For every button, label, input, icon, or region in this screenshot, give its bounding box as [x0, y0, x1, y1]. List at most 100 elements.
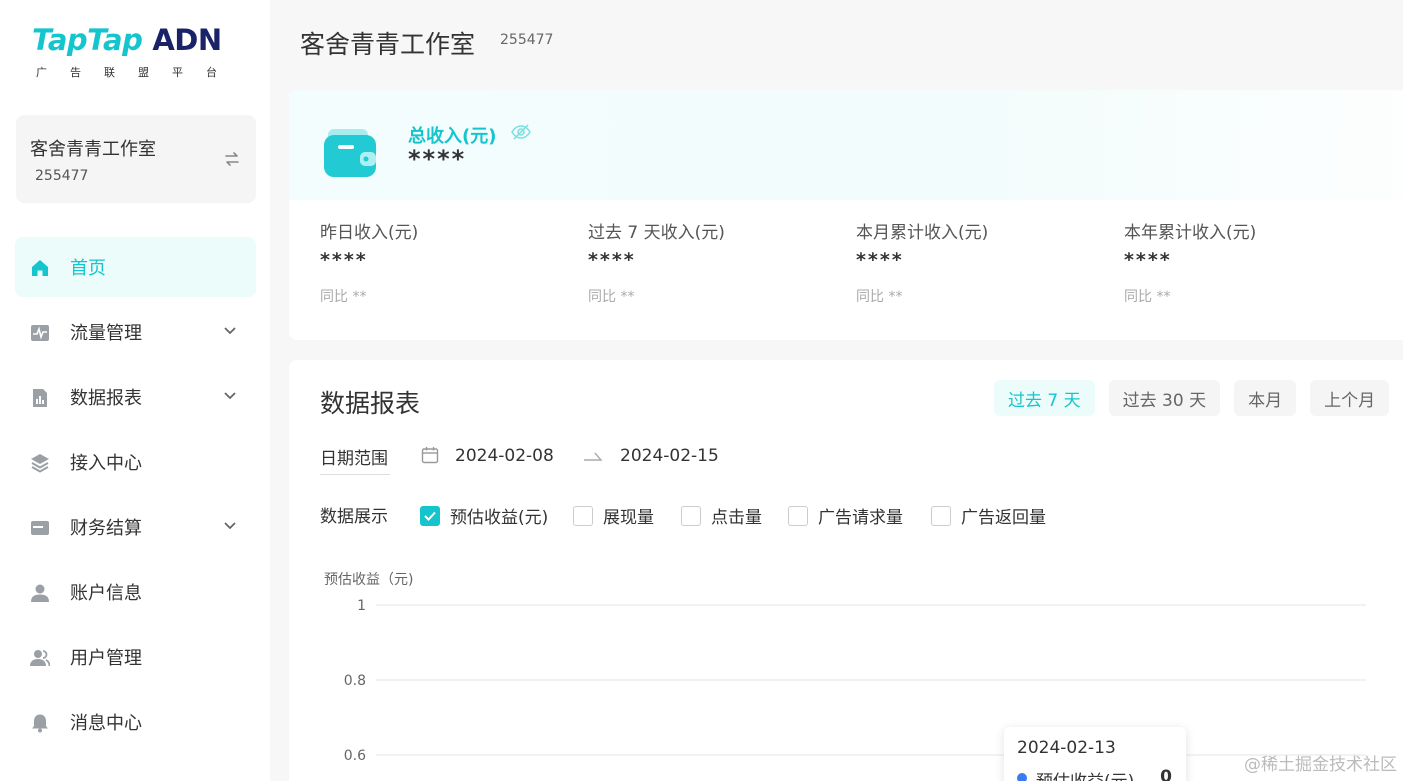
divider	[320, 474, 390, 475]
report-icon	[33, 389, 47, 407]
watermark: @稀土掘金技术社区	[1244, 755, 1397, 775]
calendar-icon[interactable]	[421, 446, 439, 464]
checkbox[interactable]	[573, 505, 593, 526]
checkbox[interactable]	[420, 505, 440, 526]
revenue-line-chart: 1 0.8 0.6	[344, 598, 1366, 764]
y-tick-label: 0.6	[344, 748, 366, 764]
chevron-down-icon	[224, 522, 236, 530]
logo-subtitle: 广告联盟平台	[36, 66, 240, 79]
tooltip-value: 0	[1160, 767, 1172, 781]
page-account-id: 255477	[500, 32, 554, 48]
stat-yesterday: 昨日收入(元) **** 同比 **	[320, 218, 580, 306]
sidebar-item-home[interactable]: 首页	[15, 237, 256, 297]
checkbox[interactable]	[681, 505, 701, 526]
eye-off-icon[interactable]	[511, 123, 531, 141]
sidebar-item-account-info[interactable]: 账户信息	[15, 562, 256, 622]
stat-value: ****	[856, 249, 904, 271]
sidebar-item-label: 财务结算	[70, 518, 142, 539]
tab-last-30-days[interactable]: 过去 30 天	[1108, 380, 1221, 416]
stat-value: ****	[588, 249, 636, 271]
home-icon	[32, 260, 48, 276]
sidebar: TapTap ADN 广告联盟平台 客舍青青工作室 255477 首页 流量管理	[0, 0, 270, 781]
total-income-value: ****	[408, 145, 467, 173]
sidebar-item-reports[interactable]: 数据报表	[15, 367, 256, 427]
stat-month-to-date: 本月累计收入(元) **** 同比 **	[856, 218, 1116, 306]
checkbox-label: 广告请求量	[818, 508, 903, 528]
sidebar-nav: 首页 流量管理 数据报表 接入中心 财务结算 账户信息 用户管理 消息中心	[15, 237, 256, 757]
check-icon	[424, 511, 436, 521]
y-tick-label: 0.8	[344, 673, 366, 689]
stat-label: 本月累计收入(元)	[856, 223, 989, 243]
logo-adn-text: ADN	[152, 23, 222, 57]
series-color-dot	[1017, 773, 1027, 781]
stat-compare: 同比 **	[856, 289, 903, 305]
account-switcher[interactable]: 客舍青青工作室 255477	[16, 115, 256, 203]
date-start-input[interactable]: 2024-02-08	[455, 446, 554, 466]
layers-icon	[31, 454, 49, 473]
sidebar-item-traffic[interactable]: 流量管理	[15, 302, 256, 362]
sidebar-item-label: 接入中心	[70, 453, 142, 474]
income-overview-card: 总收入(元) **** 昨日收入(元) **** 同比 ** 过去 7 天收入(…	[289, 90, 1403, 340]
wallet-icon	[324, 129, 376, 177]
tooltip-series-name: 预估收益(元)	[1036, 767, 1134, 781]
stat-year-to-date: 本年累计收入(元) **** 同比 **	[1124, 218, 1384, 306]
stat-compare: 同比 **	[1124, 289, 1171, 305]
checkbox-label: 展现量	[603, 508, 654, 528]
page-title: 客舍青青工作室	[300, 30, 476, 59]
metric-checkbox-estimated-revenue[interactable]: 预估收益(元)	[420, 503, 548, 528]
date-range-label: 日期范围	[320, 449, 388, 469]
account-id: 255477	[35, 168, 89, 184]
data-display-label: 数据展示	[320, 507, 388, 527]
chevron-down-icon	[224, 327, 236, 335]
logo-taptap-text: TapTap	[32, 23, 143, 57]
sidebar-item-finance[interactable]: 财务结算	[15, 497, 256, 557]
pulse-icon	[31, 325, 49, 341]
chart-y-axis-title: 预估收益（元)	[324, 572, 414, 588]
card-icon	[31, 521, 49, 535]
chevron-down-icon	[224, 392, 236, 400]
tooltip-date: 2024-02-13	[1017, 738, 1116, 758]
sidebar-item-label: 消息中心	[70, 713, 142, 734]
stat-value: ****	[320, 249, 368, 271]
date-end-input[interactable]: 2024-02-15	[620, 446, 719, 466]
sidebar-item-user-management[interactable]: 用户管理	[15, 627, 256, 687]
checkbox-label: 广告返回量	[961, 508, 1046, 528]
metric-checkbox-ad-returns[interactable]: 广告返回量	[931, 503, 1046, 528]
tab-last-month[interactable]: 上个月	[1310, 380, 1390, 416]
bell-icon	[32, 714, 48, 733]
sidebar-item-label: 数据报表	[70, 388, 142, 409]
chart-tooltip: 2024-02-13 预估收益(元) 0	[1004, 727, 1186, 781]
stat-compare: 同比 **	[588, 289, 635, 305]
metric-checkbox-clicks[interactable]: 点击量	[681, 503, 762, 528]
user-icon	[31, 584, 49, 602]
stat-label: 昨日收入(元)	[320, 223, 419, 243]
stat-last-7-days: 过去 7 天收入(元) **** 同比 **	[588, 218, 848, 306]
account-name: 客舍青青工作室	[30, 139, 156, 160]
sidebar-item-label: 账户信息	[70, 583, 142, 604]
sidebar-item-label: 首页	[70, 258, 106, 279]
tab-this-month[interactable]: 本月	[1234, 380, 1297, 416]
checkbox-label: 点击量	[711, 508, 762, 528]
taptap-adn-logo[interactable]: TapTap ADN 广告联盟平台	[32, 24, 240, 80]
users-icon	[30, 650, 50, 667]
sidebar-item-label: 用户管理	[70, 648, 142, 669]
stat-label: 过去 7 天收入(元)	[588, 223, 725, 243]
metric-checkbox-ad-requests[interactable]: 广告请求量	[788, 503, 903, 528]
stat-value: ****	[1124, 249, 1172, 271]
stat-compare: 同比 **	[320, 289, 367, 305]
sidebar-item-label: 流量管理	[70, 323, 142, 344]
switch-account-icon[interactable]	[224, 151, 240, 167]
checkbox-label: 预估收益(元)	[450, 508, 549, 528]
date-range-tabs: 过去 7 天 过去 30 天 本月 上个月	[994, 380, 1403, 416]
arrow-right-icon	[584, 452, 603, 461]
stat-label: 本年累计收入(元)	[1124, 223, 1257, 243]
tab-last-7-days[interactable]: 过去 7 天	[994, 380, 1095, 416]
y-tick-label: 1	[357, 598, 366, 614]
data-report-card: 数据报表 过去 7 天 过去 30 天 本月 上个月 日期范围 2024-02-…	[289, 360, 1403, 781]
checkbox[interactable]	[788, 505, 808, 526]
sidebar-item-integration[interactable]: 接入中心	[15, 432, 256, 492]
checkbox[interactable]	[931, 505, 951, 526]
sidebar-item-messages[interactable]: 消息中心	[15, 692, 256, 752]
report-title: 数据报表	[320, 389, 421, 418]
metric-checkbox-impressions[interactable]: 展现量	[573, 503, 654, 528]
